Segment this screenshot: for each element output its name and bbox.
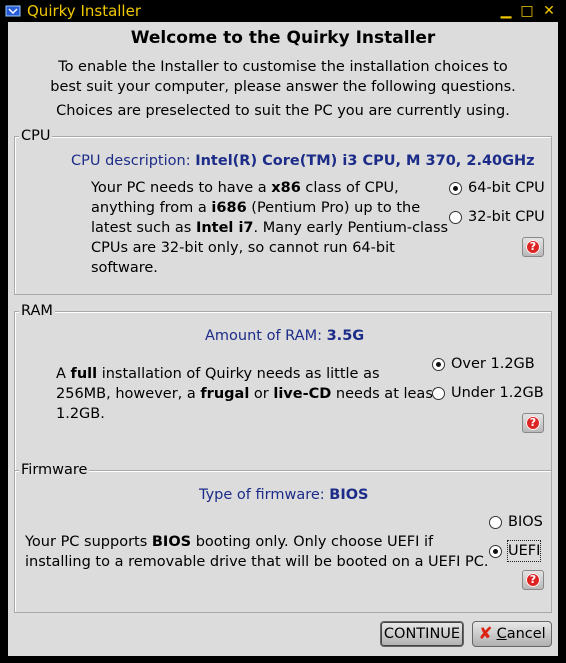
cpu-description: CPU description: Intel(R) Core(TM) i3 CP… bbox=[71, 151, 535, 171]
title-bar[interactable]: Quirky Installer ▁ □ ✕ bbox=[0, 0, 566, 22]
intro-line-3: Choices are preselected to suit the PC y… bbox=[56, 103, 510, 119]
radio-indicator[interactable] bbox=[489, 544, 502, 558]
radio-under-1-2gb[interactable]: Under 1.2GB bbox=[432, 383, 544, 403]
firmware-desc-label: Type of firmware: bbox=[199, 487, 325, 503]
close-icon[interactable]: ✕ bbox=[540, 2, 558, 20]
ram-desc-value: 3.5G bbox=[326, 328, 365, 344]
continue-button[interactable]: CONTINUE bbox=[380, 621, 464, 647]
radio-label: BIOS bbox=[508, 514, 543, 530]
ram-frame-label: RAM bbox=[19, 301, 55, 321]
ram-help-button[interactable]: ? bbox=[522, 413, 544, 433]
radio-indicator[interactable] bbox=[449, 210, 462, 224]
radio-uefi[interactable]: UEFI bbox=[489, 540, 542, 562]
firmware-frame-label: Firmware bbox=[19, 460, 90, 480]
firmware-desc-value: BIOS bbox=[329, 487, 369, 503]
radio-indicator[interactable] bbox=[489, 515, 502, 529]
installer-window: Quirky Installer ▁ □ ✕ Welcome to the Qu… bbox=[0, 0, 566, 663]
radio-over-1-2gb[interactable]: Over 1.2GB bbox=[432, 354, 535, 374]
radio-64bit-cpu[interactable]: 64-bit CPU bbox=[449, 178, 545, 198]
ram-explanation: A full installation of Quirky needs as l… bbox=[56, 366, 439, 422]
radio-label: Over 1.2GB bbox=[451, 356, 535, 372]
radio-indicator[interactable] bbox=[432, 386, 445, 400]
ram-description: Amount of RAM: 3.5G bbox=[205, 326, 364, 346]
radio-32bit-cpu[interactable]: 32-bit CPU bbox=[449, 207, 545, 227]
radio-label: Under 1.2GB bbox=[451, 385, 544, 401]
dialog-body: Welcome to the Quirky Installer To enabl… bbox=[8, 22, 558, 656]
window-title: Quirky Installer bbox=[27, 2, 141, 20]
minimize-icon[interactable]: ▁ bbox=[497, 2, 515, 20]
help-icon: ? bbox=[526, 240, 540, 254]
maximize-icon[interactable]: □ bbox=[518, 2, 536, 20]
cpu-explanation: Your PC needs to have a x86 class of CPU… bbox=[91, 180, 449, 276]
radio-bios[interactable]: BIOS bbox=[489, 512, 543, 532]
radio-indicator[interactable] bbox=[432, 357, 445, 371]
radio-label: 32-bit CPU bbox=[468, 209, 545, 225]
page-title: Welcome to the Quirky Installer bbox=[130, 28, 436, 48]
cpu-desc-value: Intel(R) Core(TM) i3 CPU, M 370, 2.40GHz bbox=[195, 153, 535, 169]
help-icon: ? bbox=[526, 573, 540, 587]
cancel-icon: ✘ bbox=[478, 624, 493, 644]
firmware-frame: Firmware Type of firmware: BIOS Your PC … bbox=[14, 460, 552, 613]
cpu-help-button[interactable]: ? bbox=[522, 237, 544, 257]
firmware-explanation: Your PC supports BIOS booting only. Only… bbox=[25, 534, 489, 570]
app-icon bbox=[5, 3, 21, 19]
firmware-help-button[interactable]: ? bbox=[522, 570, 544, 590]
radio-label: UEFI bbox=[506, 540, 542, 562]
ram-desc-label: Amount of RAM: bbox=[205, 328, 322, 344]
ram-frame: RAM Amount of RAM: 3.5G A full installat… bbox=[14, 301, 552, 471]
cpu-desc-label: CPU description: bbox=[71, 153, 191, 169]
firmware-description: Type of firmware: BIOS bbox=[199, 485, 369, 505]
cancel-button[interactable]: ✘ Cancel bbox=[472, 621, 552, 647]
intro-text: To enable the Installer to customise the… bbox=[8, 57, 558, 97]
cpu-frame: CPU CPU description: Intel(R) Core(TM) i… bbox=[14, 126, 552, 295]
help-icon: ? bbox=[526, 416, 540, 430]
radio-indicator[interactable] bbox=[449, 181, 462, 195]
cancel-label: Cancel bbox=[496, 626, 546, 642]
intro-line-1: To enable the Installer to customise the… bbox=[58, 59, 508, 75]
intro-line-2: best suit your computer, please answer t… bbox=[50, 79, 516, 95]
radio-label: 64-bit CPU bbox=[468, 180, 545, 196]
cpu-frame-label: CPU bbox=[19, 126, 53, 146]
